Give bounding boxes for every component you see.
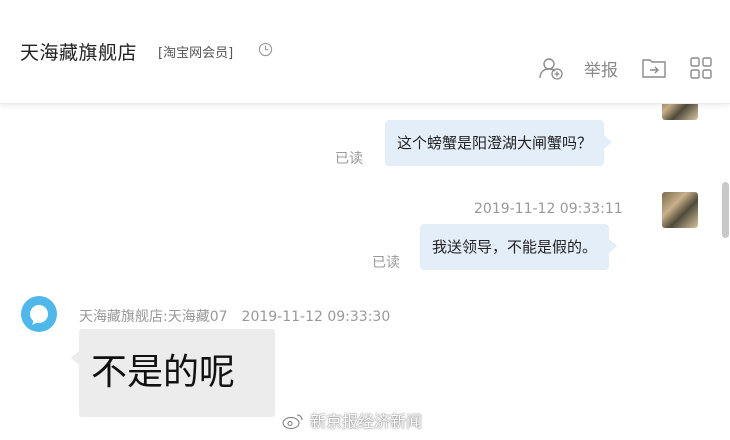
chat-message-list[interactable]: 已读 这个螃蟹是阳澄湖大闸蟹吗？ 2019-11-12 09:33:11 已读 …	[0, 104, 730, 440]
message-timestamp: 2019-11-12 09:33:30	[241, 309, 391, 325]
buyer-avatar[interactable]	[662, 104, 698, 120]
buyer-avatar[interactable]	[662, 192, 698, 228]
sender-name: 天海藏旗舰店:天海藏07	[79, 309, 228, 325]
message-timestamp: 2019-11-12 09:33:11	[474, 201, 623, 217]
read-status-label: 已读	[335, 151, 363, 167]
scrollbar-thumb[interactable]	[722, 182, 729, 238]
incoming-message-bubble[interactable]: 不是的呢	[71, 329, 275, 417]
chat-header: 天海藏旗舰店 [淘宝网会员] 举报	[0, 0, 730, 104]
member-tag: [淘宝网会员]	[158, 46, 234, 61]
scrollbar[interactable]	[720, 104, 730, 440]
folder-forward-icon[interactable]	[641, 55, 667, 81]
watermark: 新京报经济新闻	[282, 408, 422, 432]
read-status-label: 已读	[372, 255, 400, 271]
report-button[interactable]: 举报	[584, 56, 618, 81]
grid-apps-icon[interactable]	[688, 55, 714, 81]
watermark-text: 新京报经济新闻	[310, 412, 423, 431]
chat-bubble-icon	[30, 305, 48, 325]
seller-avatar[interactable]	[21, 296, 57, 332]
sender-meta: 天海藏旗舰店:天海藏07 2019-11-12 09:33:30	[79, 306, 390, 326]
weibo-icon	[282, 414, 303, 429]
clock-icon[interactable]	[258, 42, 273, 57]
shop-name[interactable]: 天海藏旗舰店	[20, 38, 137, 65]
add-contact-icon[interactable]	[538, 55, 564, 81]
outgoing-message-bubble[interactable]: 这个螃蟹是阳澄湖大闸蟹吗？	[385, 120, 613, 166]
outgoing-message-bubble[interactable]: 我送领导，不能是假的。	[420, 224, 618, 270]
